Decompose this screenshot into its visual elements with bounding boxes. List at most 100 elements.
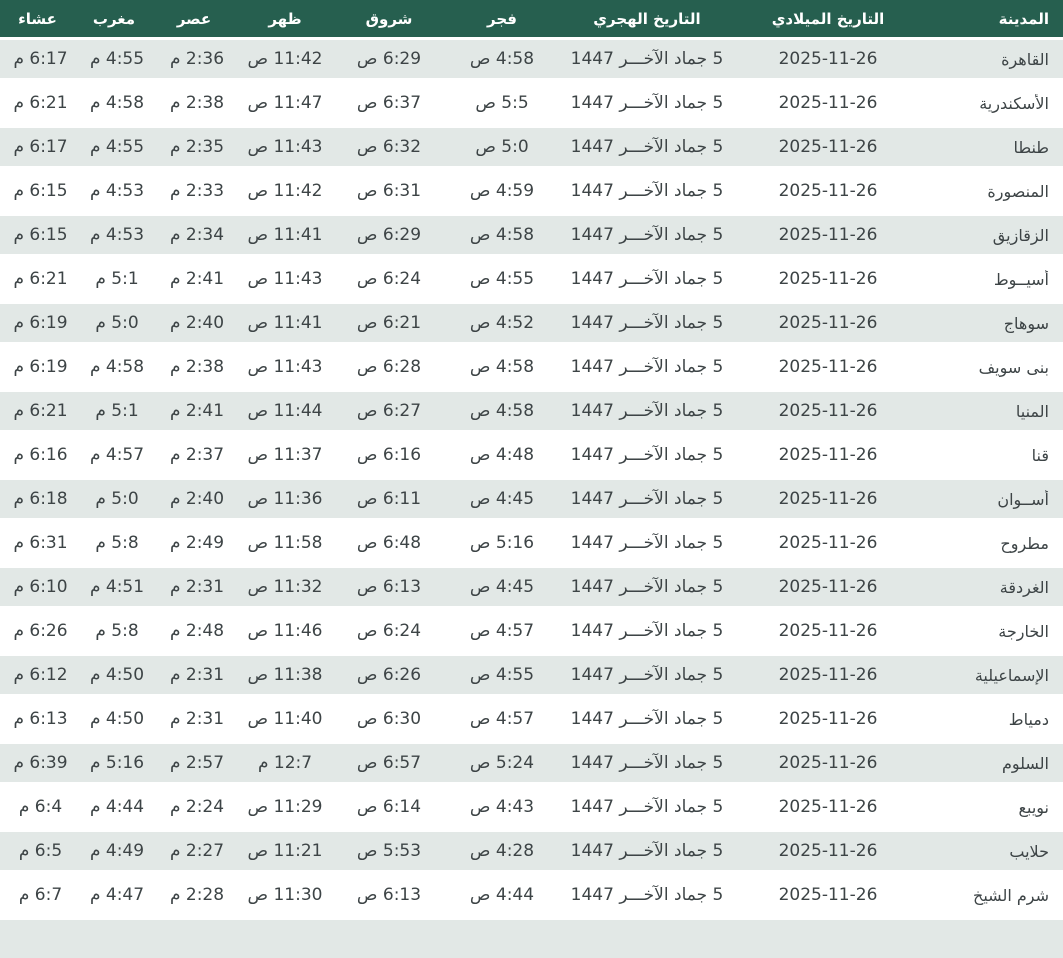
cell-city: الخارجة	[998, 621, 1049, 641]
cell-isha: 6:17 م	[13, 137, 68, 157]
cell-shorouq: 6:13 ص	[356, 885, 422, 905]
cell-asr: 2:24 م	[169, 797, 225, 817]
cell-city: الغردقة	[999, 577, 1049, 597]
table-row: قنا 2025-11-26 5 جماد الآخـــر 1447 4:48 ص 6…	[0, 436, 1063, 474]
table-row: الغردقة 2025-11-26 5 جماد الآخـــر 1447 4:4…	[0, 568, 1063, 606]
cell-isha: 6:7 م	[18, 885, 63, 905]
cell-asr: 2:31 م	[169, 665, 225, 685]
cell-dhuhr: 11:29 ص	[247, 797, 323, 817]
cell-fajr: 4:44 ص	[469, 885, 535, 905]
cell-isha: 6:16 م	[13, 445, 68, 465]
cell-shorouq: 6:24 ص	[356, 621, 422, 641]
cell-date_gregorian: 2025-11-26	[778, 533, 878, 553]
cell-dhuhr: 11:38 ص	[247, 665, 323, 685]
cell-date_gregorian: 2025-11-26	[778, 665, 878, 685]
table-row: السلوم 2025-11-26 5 جماد الآخـــر 1447 5:24…	[0, 744, 1063, 782]
cell-date_gregorian: 2025-11-26	[778, 753, 878, 773]
cell-shorouq: 6:28 ص	[356, 357, 422, 377]
cell-city: طنطا	[1013, 137, 1049, 157]
cell-asr: 2:34 م	[169, 225, 225, 245]
cell-date_gregorian: 2025-11-26	[778, 225, 878, 245]
cell-fajr: 4:58 ص	[469, 357, 535, 377]
cell-asr: 2:37 م	[169, 445, 225, 465]
cell-dhuhr: 11:46 ص	[247, 621, 323, 641]
cell-dhuhr: 11:21 ص	[247, 841, 323, 861]
cell-isha: 6:26 م	[13, 621, 68, 641]
cell-dhuhr: 11:40 ص	[247, 709, 323, 729]
cell-city: شرم الشيخ	[973, 885, 1049, 905]
cell-city: سوهاج	[1003, 313, 1049, 333]
cell-dhuhr: 11:47 ص	[247, 93, 323, 113]
cell-city: أسيــوط	[993, 269, 1049, 289]
cell-fajr: 4:45 ص	[469, 577, 535, 597]
cell-city: قنا	[1031, 445, 1049, 465]
cell-city: الأسكندرية	[979, 93, 1049, 113]
column-header-fajr: فجر	[487, 9, 517, 28]
cell-shorouq: 6:32 ص	[356, 137, 422, 157]
cell-date_gregorian: 2025-11-26	[778, 841, 878, 861]
cell-maghrib: 4:49 م	[89, 841, 145, 861]
cell-asr: 2:31 م	[169, 577, 225, 597]
cell-dhuhr: 11:41 ص	[247, 225, 323, 245]
cell-asr: 2:41 م	[169, 269, 225, 289]
cell-isha: 6:12 م	[13, 665, 68, 685]
cell-isha: 6:10 م	[13, 577, 68, 597]
cell-maghrib: 4:53 م	[89, 181, 145, 201]
cell-date_hijri: 5 جماد الآخـــر 1447	[570, 489, 724, 509]
cell-date_hijri: 5 جماد الآخـــر 1447	[570, 753, 724, 773]
cell-maghrib: 4:58 م	[89, 93, 145, 113]
cell-isha: 6:39 م	[13, 753, 68, 773]
cell-date_hijri: 5 جماد الآخـــر 1447	[570, 665, 724, 685]
cell-isha: 6:21 م	[13, 269, 68, 289]
cell-date_gregorian: 2025-11-26	[778, 489, 878, 509]
cell-fajr: 4:28 ص	[469, 841, 535, 861]
column-header-asr: عصر	[176, 9, 212, 28]
cell-date_hijri: 5 جماد الآخـــر 1447	[570, 621, 724, 641]
cell-date_hijri: 5 جماد الآخـــر 1447	[570, 137, 724, 157]
cell-maghrib: 4:55 م	[89, 137, 145, 157]
column-header-city: المدينة	[998, 9, 1049, 28]
cell-shorouq: 6:14 ص	[356, 797, 422, 817]
cell-dhuhr: 11:43 ص	[247, 357, 323, 377]
cell-shorouq: 6:13 ص	[356, 577, 422, 597]
cell-date_hijri: 5 جماد الآخـــر 1447	[570, 357, 724, 377]
cell-fajr: 4:57 ص	[469, 709, 535, 729]
cell-asr: 2:36 م	[169, 49, 225, 69]
cell-date_hijri: 5 جماد الآخـــر 1447	[570, 181, 724, 201]
cell-isha: 6:18 م	[13, 489, 68, 509]
table-row: أسيــوط 2025-11-26 5 جماد الآخـــر 1447 4:5…	[0, 260, 1063, 298]
partial-next-row	[0, 920, 1063, 958]
cell-asr: 2:57 م	[169, 753, 225, 773]
cell-maghrib: 5:8 م	[95, 533, 139, 553]
cell-shorouq: 6:27 ص	[356, 401, 422, 421]
cell-date_hijri: 5 جماد الآخـــر 1447	[570, 269, 724, 289]
cell-date_hijri: 5 جماد الآخـــر 1447	[570, 577, 724, 597]
cell-maghrib: 5:16 م	[89, 753, 145, 773]
table-row: بنى سويف 2025-11-26 5 جماد الآخـــر 1447 4:…	[0, 348, 1063, 386]
cell-city: مطروح	[1000, 533, 1049, 553]
cell-date_hijri: 5 جماد الآخـــر 1447	[570, 709, 724, 729]
cell-asr: 2:41 م	[169, 401, 225, 421]
cell-date_hijri: 5 جماد الآخـــر 1447	[570, 49, 724, 69]
cell-date_hijri: 5 جماد الآخـــر 1447	[570, 841, 724, 861]
cell-date_gregorian: 2025-11-26	[778, 885, 878, 905]
cell-date_gregorian: 2025-11-26	[778, 313, 878, 333]
cell-date_gregorian: 2025-11-26	[778, 709, 878, 729]
cell-fajr: 4:52 ص	[469, 313, 535, 333]
cell-maghrib: 4:44 م	[89, 797, 145, 817]
cell-dhuhr: 11:41 ص	[247, 313, 323, 333]
cell-isha: 6:5 م	[18, 841, 63, 861]
cell-fajr: 5:16 ص	[469, 533, 535, 553]
cell-city: الإسماعيلية	[974, 665, 1049, 685]
table-row: مطروح 2025-11-26 5 جماد الآخـــر 1447 5:16 …	[0, 524, 1063, 562]
cell-shorouq: 6:57 ص	[356, 753, 422, 773]
table-row: أســوان 2025-11-26 5 جماد الآخـــر 1447 4:4…	[0, 480, 1063, 518]
table-row: القاهرة 2025-11-26 5 جماد الآخـــر 1447 4:5…	[0, 40, 1063, 78]
cell-date_gregorian: 2025-11-26	[778, 49, 878, 69]
cell-city: بنى سويف	[978, 357, 1049, 377]
cell-fajr: 4:48 ص	[469, 445, 535, 465]
cell-city: السلوم	[1001, 753, 1049, 773]
cell-shorouq: 6:24 ص	[356, 269, 422, 289]
cell-shorouq: 5:53 ص	[356, 841, 422, 861]
cell-date_gregorian: 2025-11-26	[778, 357, 878, 377]
